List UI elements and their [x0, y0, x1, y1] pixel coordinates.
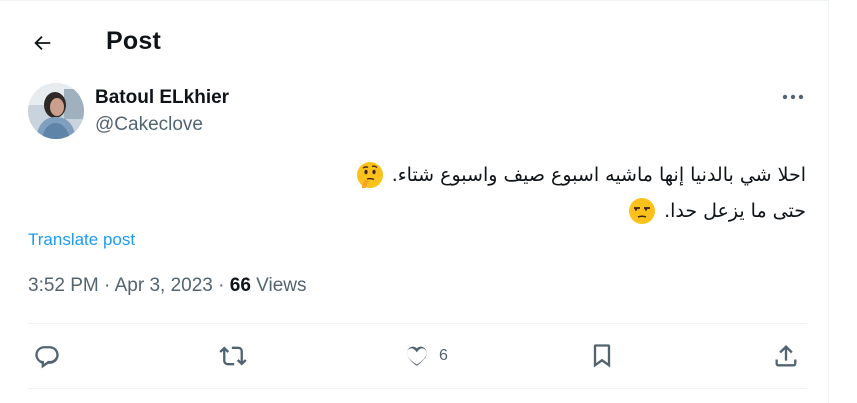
post-date[interactable]: Apr 3, 2023 [115, 275, 213, 296]
post-metadata: 3:52 PM · Apr 3, 2023 · 66 Views [28, 275, 307, 297]
share-icon [772, 342, 800, 370]
like-count: 6 [439, 347, 448, 364]
bookmark-button[interactable] [588, 338, 616, 374]
reply-icon [33, 342, 61, 370]
repost-button[interactable] [218, 338, 248, 374]
unamused-face-emoji [628, 197, 656, 225]
post-detail-panel: Post Batoul ELkhier @Cakeclove احلا شي ب… [0, 0, 829, 403]
meta-separator: · [218, 275, 225, 296]
more-options-button[interactable] [772, 85, 814, 109]
heart-icon [403, 342, 431, 370]
action-bar: 6 [0, 324, 829, 388]
thinking-face-emoji [356, 161, 384, 189]
translate-post-link[interactable]: Translate post [28, 230, 135, 250]
avatar[interactable] [28, 83, 84, 139]
bookmark-icon [588, 342, 616, 370]
arrow-left-icon [31, 32, 53, 54]
meta-separator: · [104, 275, 111, 296]
back-button[interactable] [22, 23, 62, 63]
like-button[interactable]: 6 [403, 338, 448, 374]
post-text-line: احلا شي بالدنيا إنها ماشيه اسبوع صيف واس… [26, 157, 806, 193]
more-horizontal-icon [782, 94, 804, 100]
post-header: Post [0, 1, 829, 81]
post-text: احلا شي بالدنيا إنها ماشيه اسبوع صيف واس… [26, 157, 806, 229]
post-line-text: احلا شي بالدنيا إنها ماشيه اسبوع صيف واس… [391, 164, 806, 186]
reply-button[interactable] [33, 338, 61, 374]
views-count: 66 [229, 275, 251, 296]
post-time[interactable]: 3:52 PM [28, 275, 99, 296]
repost-icon [218, 342, 248, 370]
post-text-line: حتى ما يزعل حدا. [26, 193, 806, 229]
divider [28, 388, 807, 389]
share-button[interactable] [772, 338, 800, 374]
post-line-text: حتى ما يزعل حدا. [664, 200, 806, 222]
page-title: Post [106, 27, 161, 55]
views-label: Views [256, 275, 307, 296]
author-display-name[interactable]: Batoul ELkhier [95, 87, 229, 109]
author-handle[interactable]: @Cakeclove [95, 114, 203, 136]
